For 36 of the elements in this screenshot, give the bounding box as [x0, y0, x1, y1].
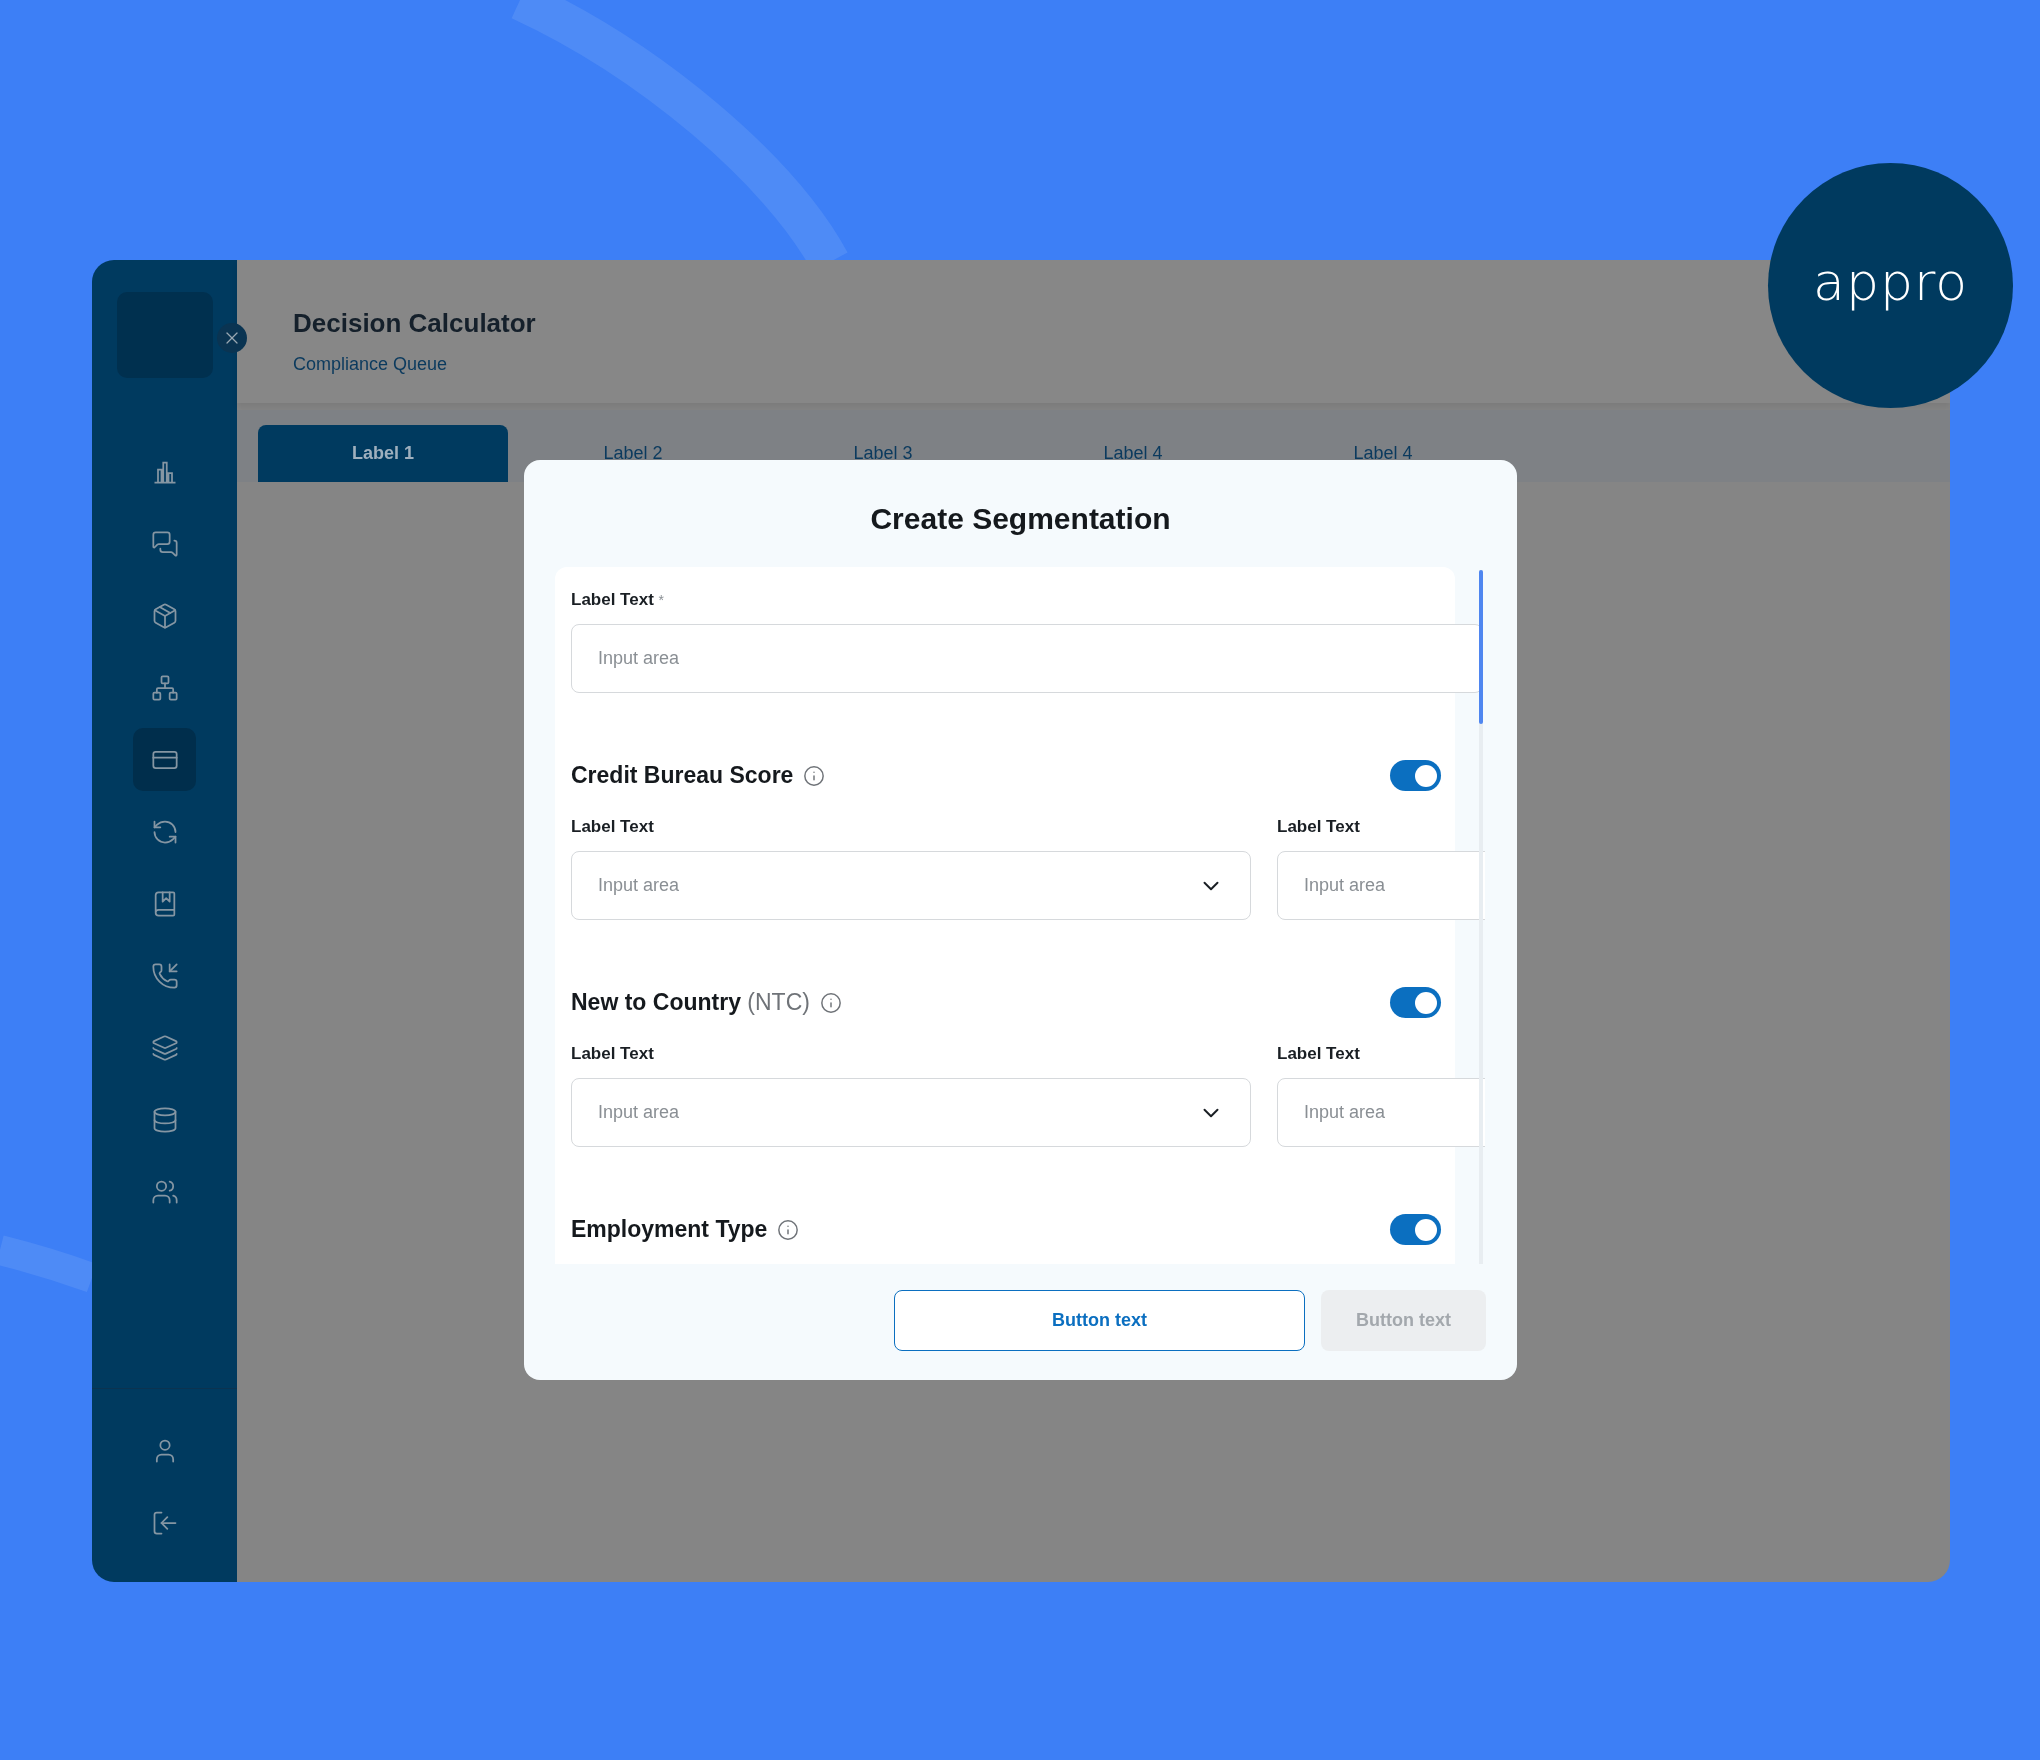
placeholder-text: Input area — [598, 647, 680, 670]
placeholder-text: Input area — [1304, 874, 1386, 897]
tab[interactable]: Label 4 — [1258, 425, 1508, 482]
field-label: Label Text * — [571, 590, 665, 610]
field-label: Label Text — [571, 817, 655, 837]
tab[interactable]: Label 2 — [508, 425, 758, 482]
field-label: Label Text — [1277, 817, 1361, 837]
brand-logo: appro — [1813, 255, 1968, 314]
input-field[interactable]: Input area — [1277, 851, 1485, 920]
tab[interactable]: Label 4 — [1008, 425, 1258, 482]
placeholder-text: Input area — [598, 1101, 680, 1124]
placeholder-text: Input area — [598, 874, 680, 897]
info-icon — [777, 1218, 800, 1241]
action-button[interactable]: Button text — [894, 1290, 1305, 1351]
layers-icon — [150, 1033, 179, 1062]
tab[interactable]: Label 1 — [258, 425, 508, 482]
dropdown-field[interactable]: Input area — [571, 1078, 1251, 1147]
sidebar-item[interactable] — [133, 728, 196, 791]
tab[interactable]: Label 3 — [758, 425, 1008, 482]
dropdown-field[interactable]: Input area — [571, 851, 1251, 920]
input-field[interactable]: Input area — [1277, 1078, 1485, 1147]
section-title: New to Country (NTC) — [571, 988, 810, 1018]
section-title: Credit Bureau Score — [571, 761, 794, 791]
section-title: Employment Type — [571, 1215, 768, 1245]
phone-icon — [150, 961, 179, 990]
page-title: Decision Calculator — [293, 307, 537, 340]
field-label: Label Text — [571, 1044, 655, 1064]
info-icon — [819, 991, 842, 1014]
modal-title: Create Segmentation — [870, 501, 1171, 537]
field-label: Label Text — [1277, 1044, 1361, 1064]
chat-icon — [150, 529, 179, 558]
scrollbar-thumb[interactable] — [1479, 570, 1483, 724]
placeholder-text: Input area — [1304, 1101, 1386, 1124]
hierarchy-icon — [150, 673, 179, 702]
info-icon — [803, 764, 826, 787]
page-subtitle: Compliance Queue — [293, 353, 449, 376]
